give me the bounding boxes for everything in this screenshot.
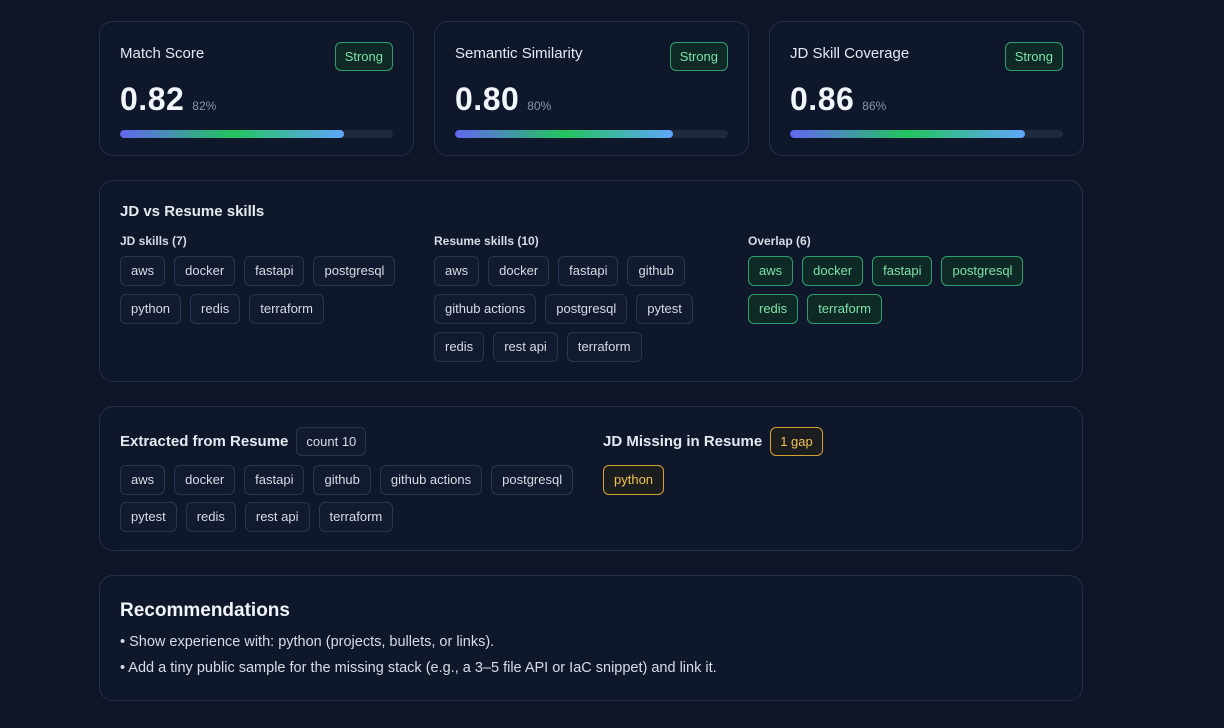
tag-list: aws docker fastapi postgresql python redis ter… (120, 256, 420, 324)
skill-tag: fastapi (558, 256, 619, 286)
progress-bar-fill (455, 130, 674, 138)
skill-tag: terraform (318, 502, 394, 532)
metric-card-jd-skill-coverage: JD Skill Coverage Strong 0.86 86% (769, 21, 1084, 156)
progress-bar (790, 130, 1063, 138)
metric-percent: 86% (862, 99, 887, 113)
skill-tag: github (313, 465, 371, 495)
metric-value: 0.80 (455, 81, 520, 117)
skill-tag: postgresql (941, 256, 1024, 286)
jd-skills-column: JD skills (7) aws docker fastapi postgresql… (120, 234, 434, 362)
section-header: Extracted from Resume count 10 (120, 427, 603, 456)
skill-tag: rest api (244, 502, 310, 532)
skill-tag: github actions (379, 465, 483, 495)
tag-list: aws docker fastapi postgresql redis terraform (748, 256, 1048, 324)
skill-tag: pytest (636, 294, 693, 324)
metric-value: 0.82 (120, 81, 185, 117)
recommendations-card: Recommendations • Show experience with: … (99, 575, 1083, 701)
skill-tag: postgresql (313, 256, 396, 286)
skill-tag: fastapi (872, 256, 933, 286)
progress-bar (455, 130, 728, 138)
skills-comparison-card: JD vs Resume skills JD skills (7) aws doc… (99, 180, 1083, 382)
skill-tag: aws (748, 256, 794, 286)
skill-tag: terraform (807, 294, 882, 324)
recommendation-item: • Show experience with: python (projects… (120, 634, 495, 650)
recommendations-title: Recommendations (120, 600, 290, 621)
missing-section: JD Missing in Resume 1 gap python (603, 427, 1043, 550)
tag-list: aws docker fastapi github github actions post… (120, 465, 590, 532)
metric-value-row: 0.80 80% (455, 81, 728, 118)
column-title: Overlap (6) (748, 234, 811, 248)
metric-value-row: 0.82 82% (120, 81, 393, 118)
resume-skills-column: Resume skills (10) aws docker fastapi githu… (434, 234, 748, 362)
extraction-card: Extracted from Resume count 10 aws docker… (99, 406, 1083, 551)
skill-tag: rest api (493, 332, 558, 362)
gap-badge: 1 gap (770, 427, 823, 456)
metric-percent: 80% (527, 99, 552, 113)
skill-tag: redis (748, 294, 799, 324)
skill-tag: docker (802, 256, 864, 286)
skills-columns: JD skills (7) aws docker fastapi postgresql… (120, 234, 1062, 362)
skill-tag: python (603, 465, 665, 495)
section-title: Extracted from Resume (120, 433, 289, 450)
skill-tag: docker (174, 256, 236, 286)
metric-card-semantic-similarity: Semantic Similarity Strong 0.80 80% (434, 21, 749, 156)
dashboard: Match Score Strong 0.82 82% Semantic Sim… (99, 21, 1084, 701)
status-badge: Strong (669, 42, 728, 71)
progress-bar-fill (790, 130, 1025, 138)
tag-list: aws docker fastapi github github actions post… (434, 256, 734, 362)
metric-percent: 82% (192, 99, 217, 113)
extracted-section: Extracted from Resume count 10 aws docker… (120, 427, 603, 550)
skill-tag: postgresql (491, 465, 574, 495)
section-title: JD vs Resume skills (120, 203, 265, 220)
skill-tag: python (120, 294, 182, 324)
metrics-row: Match Score Strong 0.82 82% Semantic Sim… (99, 21, 1084, 156)
progress-bar (120, 130, 393, 138)
skill-tag: github (627, 256, 685, 286)
skill-tag: aws (120, 256, 166, 286)
overlap-skills-column: Overlap (6) aws docker fastapi postgresql re… (748, 234, 1062, 362)
skill-tag: fastapi (244, 256, 305, 286)
count-badge: count 10 (296, 427, 367, 456)
status-badge: Strong (334, 42, 393, 71)
skill-tag: aws (120, 465, 166, 495)
recommendation-item: • Add a tiny public sample for the missi… (120, 660, 717, 676)
skill-tag: terraform (249, 294, 324, 324)
skill-tag: docker (174, 465, 236, 495)
skill-tag: redis (434, 332, 485, 362)
section-title: JD Missing in Resume (603, 433, 763, 450)
skill-tag: pytest (120, 502, 177, 532)
skill-tag: redis (190, 294, 241, 324)
metric-value-row: 0.86 86% (790, 81, 1063, 118)
skill-tag: fastapi (244, 465, 305, 495)
section-header: JD Missing in Resume 1 gap (603, 427, 1043, 456)
metric-value: 0.86 (790, 81, 855, 117)
skill-tag: aws (434, 256, 480, 286)
status-badge: Strong (1004, 42, 1063, 71)
skill-tag: docker (488, 256, 550, 286)
tag-list: python (603, 465, 903, 495)
column-title: JD skills (7) (120, 234, 187, 248)
metric-card-match-score: Match Score Strong 0.82 82% (99, 21, 414, 156)
progress-bar-fill (120, 130, 344, 138)
skill-tag: github actions (434, 294, 537, 324)
skill-tag: redis (185, 502, 236, 532)
column-title: Resume skills (10) (434, 234, 539, 248)
skill-tag: postgresql (545, 294, 628, 324)
skill-tag: terraform (566, 332, 642, 362)
